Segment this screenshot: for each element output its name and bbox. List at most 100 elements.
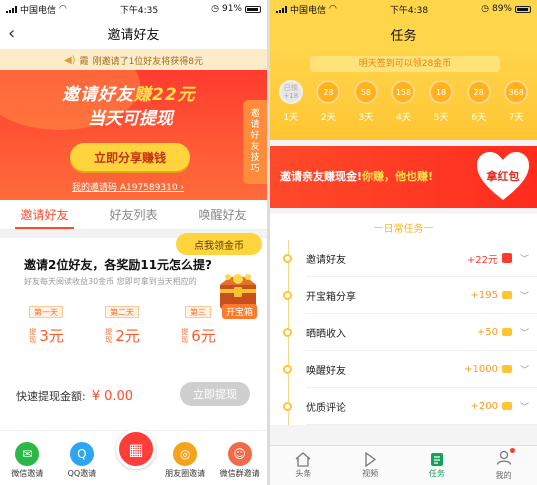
hero-title: 邀请好友赚22元 (62, 80, 196, 105)
task-reward: +200 (470, 400, 498, 412)
open-chest-label[interactable]: 开宝箱 (222, 304, 258, 319)
share-qq[interactable]: Q QQ邀请 (57, 442, 107, 479)
sign-day[interactable]: 18 5天 (423, 80, 459, 123)
timeline-dot (283, 364, 292, 374)
sign-in-panel: 明天签到可以领28金币 已领+18 1天 28 2天 58 3天 158 4天 18 5天… (270, 50, 537, 140)
heart-label: 拿红包 (486, 170, 520, 183)
qq-icon: Q (69, 442, 94, 466)
daily-tasks-title: — 日常任务 — (270, 214, 537, 240)
timeline-dot (283, 253, 292, 263)
hero-subtitle: 当天可提现 (88, 109, 173, 129)
red-packet-heart[interactable]: 拿红包 (475, 150, 531, 202)
invite-code-text: 我的邀请码 A197589310 (72, 183, 178, 193)
step-withdraw-label: 提现 (29, 327, 37, 344)
profile-icon (496, 450, 511, 465)
coin-icon: 368 (504, 80, 529, 104)
sign-day[interactable]: 368 7天 (498, 80, 534, 123)
day-label: 5天 (433, 113, 449, 123)
claim-coin-bubble[interactable]: 点我领金币 (176, 233, 262, 255)
share-wechat-group[interactable]: ☺ 微信群邀请 (215, 442, 265, 479)
day-label: 6天 (471, 113, 486, 123)
hero-title-prefix: 邀请好友 (62, 85, 134, 105)
clock: 下午4:38 (389, 5, 429, 16)
timeline-dot (283, 290, 292, 300)
task-screen: 中国电信 ◠ 下午4:38 ◷ 89% 任务 明天签到可以领28金币 已领+18… (270, 0, 537, 485)
sign-in-days: 已领+18 1天 28 2天 58 3天 158 4天 18 5天 28 6天 368 7天 (270, 80, 537, 123)
notice-text: 刚邀请了1位好友将获得8元 (92, 56, 204, 67)
chevron-down-icon[interactable]: ﹀ (520, 326, 529, 339)
share-wechat[interactable]: ✉ 微信邀请 (2, 442, 52, 479)
step-day-label: 第一天 (29, 306, 63, 318)
nav-bar: ‹ 邀请好友 (0, 18, 267, 50)
invite-cash-banner[interactable]: 邀请亲友赚现金!你赚，他也赚! 拿红包 (270, 146, 537, 208)
share-moments[interactable]: ◎ 朋友圈邀请 (160, 442, 210, 479)
tab-profile[interactable]: 我的 (479, 448, 529, 481)
sign-day[interactable]: 58 3天 (348, 80, 384, 123)
task-invite-friends[interactable]: 邀请好友 +22元 ﹀ (283, 240, 537, 277)
task-list: 邀请好友 +22元 ﹀ 开宝箱分享 +195 ﹀ 晒晒收入 +50 ﹀ 唤醒好友… (270, 240, 537, 425)
task-share-income[interactable]: 晒晒收入 +50 ﹀ (283, 314, 537, 351)
timeline-dot (283, 401, 292, 411)
chevron-down-icon[interactable]: ﹀ (520, 363, 529, 376)
invite-code-link[interactable]: 我的邀请码 A197589310 › (72, 180, 184, 193)
sign-day[interactable]: 158 4天 (385, 80, 421, 123)
back-icon[interactable]: ‹ (8, 24, 15, 44)
tab-headlines[interactable]: 头条 (278, 452, 328, 479)
battery-fill (517, 7, 528, 11)
step-day-label: 第三 (185, 306, 211, 318)
alarm-icon: ◷ (211, 4, 219, 14)
notice-user: 霞 (79, 56, 89, 67)
qr-code-icon[interactable]: ▦ (116, 429, 156, 469)
section-title-text: 日常任务 (383, 223, 424, 235)
carrier: 中国电信 (290, 5, 327, 16)
day-label: 7天 (508, 113, 524, 123)
hero-banner: 邀请好友赚22元 当天可提现 立即分享赚钱 我的邀请码 A197589310 ›… (0, 70, 267, 200)
task-reward: +22元 (466, 254, 498, 266)
tab-label: 任务 (428, 469, 445, 478)
tab-tasks[interactable]: 任务 (412, 452, 462, 479)
play-icon (365, 452, 377, 467)
day-label: 2天 (320, 113, 336, 123)
sign-day[interactable]: 已领+18 1天 (273, 80, 309, 123)
notice-bar: ◀) 霞 刚邀请了1位好友将获得8元 (0, 50, 267, 70)
chevron-down-icon[interactable]: ﹀ (520, 252, 529, 265)
step-withdraw-label: 提现 (181, 327, 189, 344)
task-quality-comment[interactable]: 优质评论 +200 ﹀ (283, 388, 537, 425)
tab-label: 我的 (495, 471, 512, 480)
bottom-tab-bar: 头条 视频 任务 我的 (270, 445, 537, 485)
step-day-label: 第二天 (105, 306, 139, 318)
invite-tips-button[interactable]: 邀请好友技巧 (243, 100, 267, 184)
step-withdraw-label: 提现 (105, 327, 113, 344)
alarm-icon: ◷ (481, 4, 489, 14)
task-wake-friends[interactable]: 唤醒好友 +1000 ﹀ (283, 351, 537, 388)
coin-icon: 58 (353, 80, 378, 104)
banner-text: 邀请亲友赚现金!你赚，他也赚! (280, 168, 433, 184)
share-now-button[interactable]: 立即分享赚钱 (70, 143, 190, 171)
coin-icon (501, 328, 512, 336)
tab-wake-friends[interactable]: 唤醒好友 (178, 200, 267, 229)
task-name: 邀请好友 (306, 254, 346, 266)
withdraw-button[interactable]: 立即提现 (180, 382, 250, 406)
wifi-icon: ◠ (329, 4, 337, 14)
chevron-down-icon[interactable]: ﹀ (520, 400, 529, 413)
task-reward: +195 (470, 289, 498, 301)
tab-video[interactable]: 视频 (345, 452, 395, 479)
signal-icon (276, 5, 287, 13)
coin-icon (501, 402, 512, 410)
sign-day[interactable]: 28 2天 (310, 80, 346, 123)
sign-in-banner: 明天签到可以领28金币 (310, 56, 500, 72)
task-name: 优质评论 (306, 402, 346, 414)
task-name: 唤醒好友 (306, 365, 346, 377)
tab-friend-list[interactable]: 好友列表 (89, 200, 178, 229)
coin-icon: 28 (466, 80, 491, 104)
coin-icon: 158 (391, 80, 416, 104)
reward-question: 邀请2位好友，各奖励11元怎么提? (24, 258, 213, 272)
share-label: 微信群邀请 (219, 469, 260, 478)
status-bar: 中国电信 ◠ 下午4:35 ◷ 91% (0, 0, 267, 18)
sign-day[interactable]: 28 6天 (461, 80, 497, 123)
task-icon (430, 453, 443, 466)
tab-invite-friends[interactable]: 邀请好友 (0, 200, 89, 229)
chevron-down-icon[interactable]: ﹀ (520, 289, 529, 302)
task-open-chest-share[interactable]: 开宝箱分享 +195 ﹀ (283, 277, 537, 314)
invite-tabs: 邀请好友 好友列表 唤醒好友 (0, 200, 267, 230)
